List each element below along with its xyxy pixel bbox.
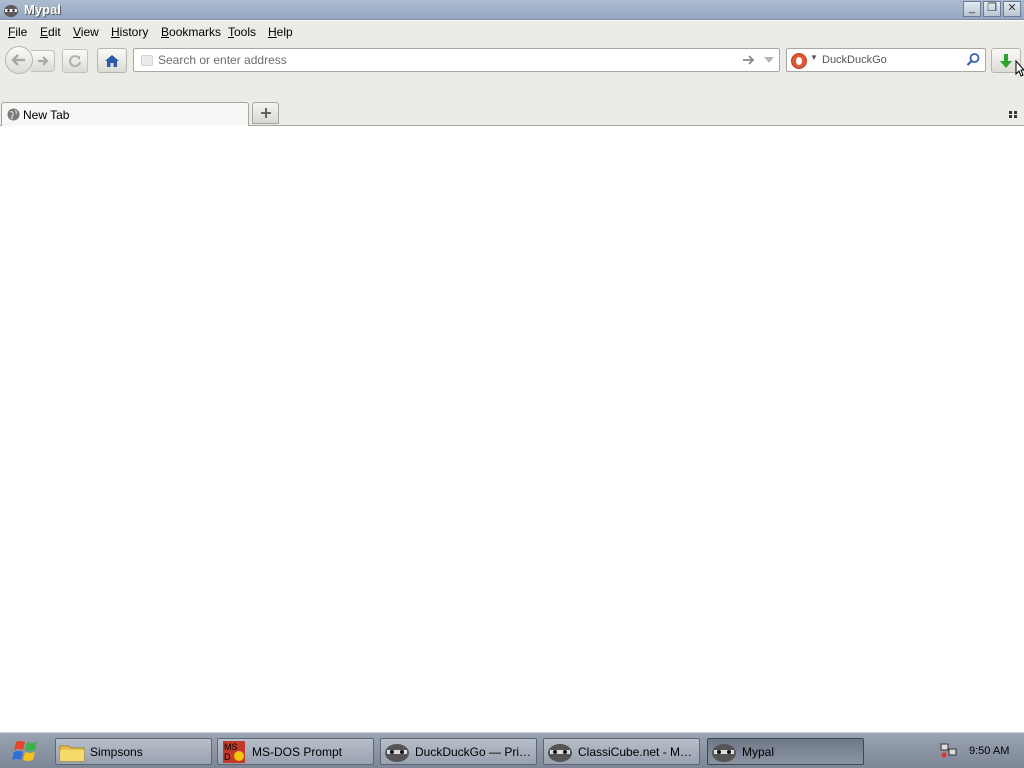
menu-help[interactable]: Help: [268, 25, 293, 39]
system-clock[interactable]: 9:50 AM: [969, 745, 1009, 757]
menu-tools[interactable]: Tools: [228, 25, 256, 39]
raccoon-icon: [548, 744, 572, 762]
folder-icon: [59, 745, 85, 762]
address-bar[interactable]: [133, 48, 780, 72]
forward-button[interactable]: [31, 50, 55, 72]
close-icon: ✕: [1007, 2, 1017, 14]
history-dropdown-icon[interactable]: [761, 52, 777, 68]
raccoon-icon: [712, 744, 736, 762]
menu-bookmarks[interactable]: Bookmarks: [161, 25, 221, 39]
menu-view[interactable]: View: [73, 25, 99, 39]
reload-button[interactable]: [62, 49, 88, 73]
reload-icon: [69, 55, 81, 68]
menu-bar: File Edit View History Bookmarks Tools H…: [0, 21, 1024, 42]
raccoon-icon: [385, 744, 409, 762]
network-tray-icon[interactable]: [940, 742, 958, 758]
taskbar-item-label: Simpsons: [90, 745, 143, 759]
msdos-icon: MS D: [223, 741, 245, 763]
duckduckgo-icon[interactable]: [791, 53, 807, 69]
taskbar-item-simpsons[interactable]: Simpsons: [55, 738, 212, 765]
taskbar-item-label: MS-DOS Prompt: [252, 745, 343, 759]
home-icon: [105, 54, 119, 67]
search-bar[interactable]: ▼: [786, 48, 986, 72]
search-magnifier-icon[interactable]: [965, 52, 981, 68]
start-button[interactable]: [2, 735, 48, 767]
search-input[interactable]: [822, 51, 962, 69]
all-tabs-icon[interactable]: [1007, 108, 1019, 120]
restore-button[interactable]: ❐: [983, 1, 1001, 17]
close-button[interactable]: ✕: [1003, 1, 1021, 17]
menu-file[interactable]: File: [8, 25, 27, 39]
taskbar-item-msdos[interactable]: MS D MS-DOS Prompt: [217, 738, 374, 765]
plus-icon: [260, 108, 271, 118]
minimize-button[interactable]: _: [963, 1, 981, 17]
back-button[interactable]: [5, 46, 33, 74]
page-content[interactable]: [0, 126, 1024, 732]
home-button[interactable]: [97, 48, 127, 73]
windows-logo-icon: [12, 741, 37, 761]
url-input[interactable]: [158, 51, 718, 69]
new-tab-button[interactable]: [252, 102, 279, 124]
navigation-toolbar: ▼: [0, 42, 1024, 80]
forward-icon: [37, 56, 49, 66]
menu-history[interactable]: History: [111, 25, 148, 39]
taskbar-item-label: ClassiCube.net - Mypal: [578, 745, 696, 759]
mouse-cursor-icon: [1015, 60, 1024, 77]
taskbar-item-label: DuckDuckGo — Priva...: [415, 745, 533, 759]
taskbar-item-label: Mypal: [742, 745, 775, 759]
tab-label: New Tab: [23, 108, 70, 122]
taskbar-item-mypal[interactable]: Mypal: [707, 738, 864, 765]
taskbar-item-classicube[interactable]: ClassiCube.net - Mypal: [543, 738, 700, 765]
back-icon: [11, 54, 25, 66]
svg-text:MS: MS: [224, 742, 238, 752]
svg-text:D: D: [224, 752, 231, 762]
download-icon: [1000, 53, 1012, 68]
tab-new-tab[interactable]: New Tab: [1, 102, 249, 126]
page-identity-icon[interactable]: [141, 55, 153, 66]
menu-edit[interactable]: Edit: [40, 25, 61, 39]
minimize-icon: _: [968, 2, 976, 14]
restore-icon: ❐: [987, 2, 997, 14]
globe-icon: [7, 108, 20, 121]
taskbar: Simpsons MS D MS-DOS Prompt DuckDuckGo —…: [0, 732, 1024, 768]
window-title: Mypal: [24, 2, 61, 17]
taskbar-item-duckduckgo[interactable]: DuckDuckGo — Priva...: [380, 738, 537, 765]
tab-strip: New Tab: [0, 80, 1024, 126]
engine-dropdown-icon[interactable]: ▼: [810, 53, 818, 62]
raccoon-icon: [4, 5, 18, 17]
go-arrow-icon[interactable]: [740, 52, 758, 68]
window-titlebar[interactable]: Mypal _ ❐ ✕: [0, 0, 1024, 20]
